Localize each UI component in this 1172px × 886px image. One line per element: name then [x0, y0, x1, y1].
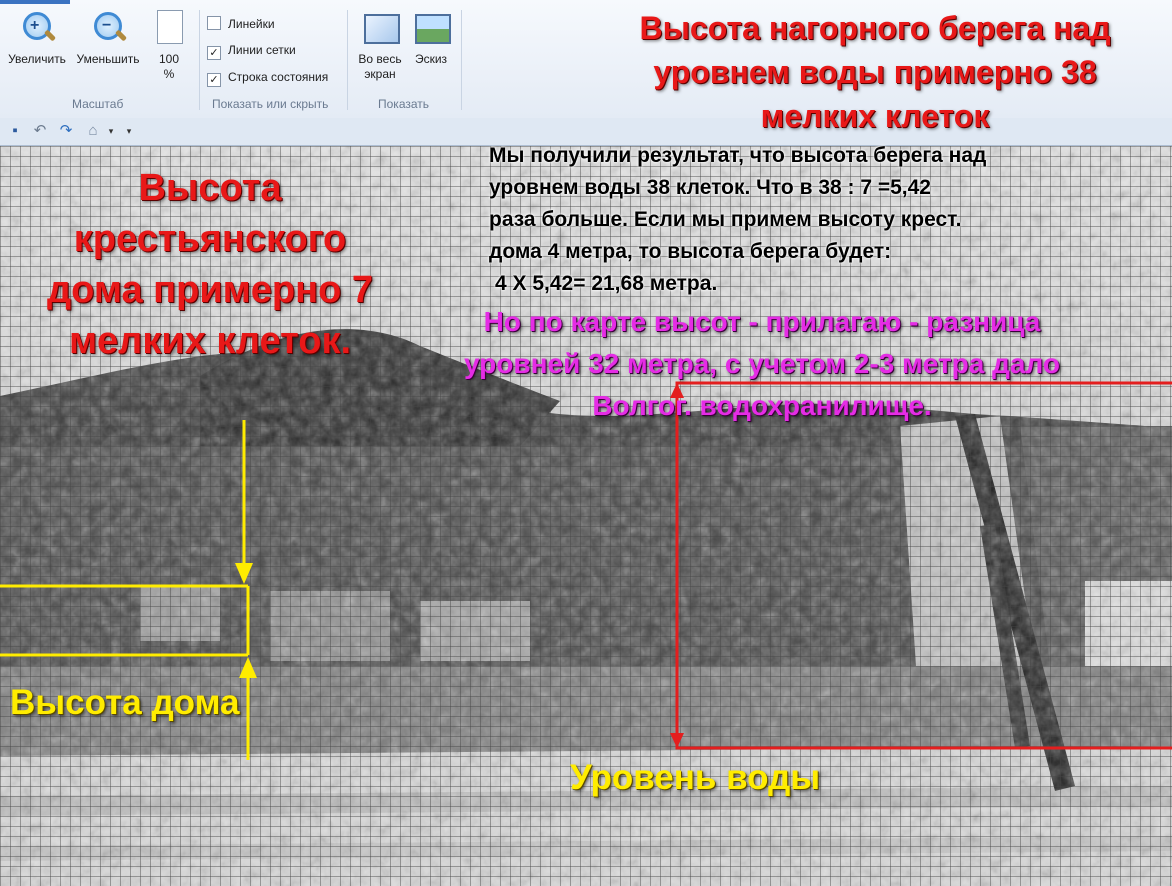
statusbar-label: Строка состояния	[228, 70, 329, 84]
gridlines-check-box[interactable]: ✓	[207, 46, 221, 60]
page-icon	[149, 8, 189, 52]
actual-size-unit: %	[163, 67, 175, 81]
title-line: крестьянского	[73, 218, 347, 260]
group-separator	[461, 10, 462, 110]
title-line: дома примерно 7	[47, 269, 373, 311]
fullscreen-button[interactable]: Во весь экран	[354, 8, 406, 82]
save-icon[interactable]: ▪	[7, 123, 23, 138]
zoom-out-icon: −	[88, 8, 128, 52]
statusbar-checkbox[interactable]: ✓ Строка состояния	[207, 70, 328, 87]
active-tab-indicator	[0, 0, 70, 4]
group-separator	[347, 10, 348, 110]
redo-icon[interactable]: ↷	[58, 123, 74, 138]
zoom-out-label: Уменьшить	[76, 52, 140, 66]
fullscreen-icon	[360, 8, 400, 52]
thumbnail-button[interactable]: Эскиз	[410, 8, 452, 67]
thumbnail-icon	[411, 8, 451, 52]
display-group-caption: Показать	[378, 97, 430, 111]
zoom-in-icon: +	[17, 8, 57, 52]
actual-size-button[interactable]: 100 %	[148, 8, 190, 82]
group-separator	[199, 10, 200, 110]
customize-icon[interactable]: ⌂	[85, 123, 101, 138]
height-map-note: Но по карте высот - прилагаю - разница у…	[380, 301, 1144, 427]
qat-menu-icon[interactable]: ▾	[121, 124, 137, 138]
rulers-label: Линейки	[228, 17, 275, 31]
fullscreen-label-line1: Во весь	[358, 52, 402, 66]
thumbnail-label: Эскиз	[414, 52, 448, 66]
fullscreen-label-line2: экран	[364, 67, 396, 81]
gridlines-label: Линии сетки	[228, 43, 296, 57]
house-height-title: Высота крестьянского дома примерно 7 мел…	[20, 163, 400, 367]
title-line: мелких клеток	[760, 98, 990, 134]
calculation-line: 4 Х 5,42= 21,68 метра.	[495, 272, 718, 295]
gridlines-checkbox[interactable]: ✓ Линии сетки	[207, 43, 296, 60]
zoom-in-label: Увеличить	[8, 52, 66, 66]
title-line: мелких клеток.	[68, 320, 352, 362]
rulers-check-box[interactable]	[207, 16, 221, 30]
actual-size-value: 100	[158, 52, 180, 66]
bank-height-title: Высота нагорного берега над уровнем воды…	[590, 6, 1160, 138]
calculation-text: Мы получили результат, что высота берега…	[489, 140, 1169, 300]
zoom-out-button[interactable]: − Уменьшить	[72, 8, 144, 67]
house-height-label: Высота дома	[10, 683, 240, 722]
rulers-checkbox[interactable]: Линейки	[207, 16, 275, 31]
note-line: уровней 32 метра, с учетом 2-3 метра дал…	[463, 348, 1061, 379]
calculation-line: дома 4 метра, то высота берега будет:	[489, 240, 892, 263]
title-line: Высота нагорного берега над	[639, 10, 1111, 46]
undo-icon[interactable]: ↶	[32, 123, 48, 138]
statusbar-check-box[interactable]: ✓	[207, 73, 221, 87]
note-line: Волгог. водохранилище.	[592, 390, 932, 421]
zoom-in-button[interactable]: + Увеличить	[6, 8, 68, 67]
title-line: Высота	[138, 167, 282, 209]
calculation-line: уровнем воды 38 клеток. Что в 38 : 7 =5,…	[489, 176, 931, 199]
chevron-down-icon[interactable]: ▾	[103, 124, 119, 138]
title-line: уровнем воды примерно 38	[653, 54, 1097, 90]
show-hide-group-caption: Показать или скрыть	[212, 97, 329, 111]
water-level-label: Уровень воды	[570, 758, 821, 797]
note-line: Но по карте высот - прилагаю - разница	[483, 306, 1041, 337]
zoom-group-caption: Масштаб	[72, 97, 124, 111]
calculation-line: Мы получили результат, что высота берега…	[489, 144, 987, 167]
calculation-line: раза больше. Если мы примем высоту крест…	[489, 208, 962, 231]
